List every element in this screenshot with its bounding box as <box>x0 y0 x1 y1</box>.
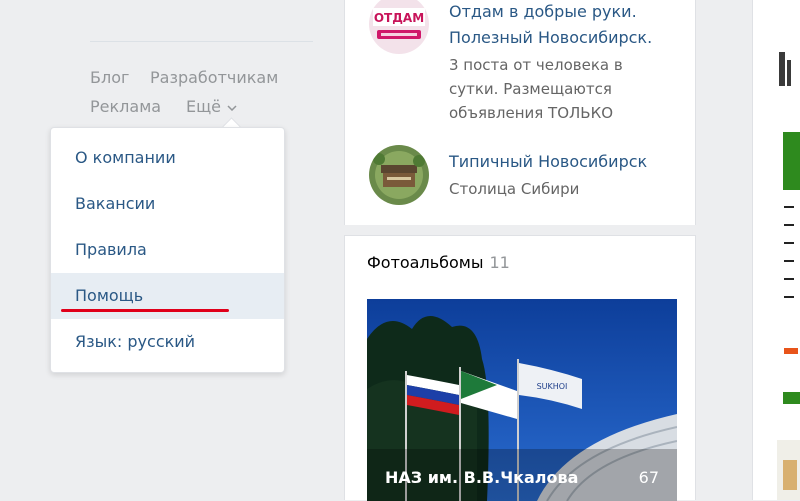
svg-text:ОТДАМ: ОТДАМ <box>374 11 424 25</box>
photo-albums-title: Фотоальбомы <box>367 253 484 272</box>
group-avatar-otdam[interactable]: ОТДАМ <box>369 0 429 54</box>
group-desc-line: объявления ТОЛЬКО <box>449 104 614 122</box>
group-name-otdam[interactable]: Отдам в добрые руки. <box>449 2 637 21</box>
menu-item-about[interactable]: О компании <box>51 135 284 181</box>
footer-link-developers[interactable]: Разработчикам <box>150 68 278 87</box>
photo-albums-count: 11 <box>489 253 510 272</box>
more-label: Ещё <box>186 97 222 116</box>
right-ad-column <box>752 0 800 500</box>
photo-album-thumbnail[interactable]: SUKHOI НАЗ им. В.В.Чкалова 67 <box>367 299 677 501</box>
ad-banner-image <box>777 52 800 500</box>
footer-link-ads[interactable]: Реклама <box>90 97 161 116</box>
menu-item-rules[interactable]: Правила <box>51 227 284 273</box>
group-name-otdam-line2[interactable]: Полезный Новосибирск. <box>449 28 652 47</box>
menu-item-jobs[interactable]: Вакансии <box>51 181 284 227</box>
group-desc-line: сутки. Размещаются <box>449 80 612 98</box>
photo-albums-card: Фотоальбомы 11 SUKHOI НАЗ им. В.В.Чкалов… <box>344 235 696 501</box>
center-column: ОТДАМ Отдам в добрые руки. Полезный Ново… <box>344 0 696 501</box>
help-highlight-underline <box>61 309 229 312</box>
group-avatar-tipichny[interactable] <box>369 145 429 205</box>
more-dropdown-menu: О компании Вакансии Правила Помощь Язык:… <box>50 127 285 373</box>
group-desc-line: 3 поста от человека в <box>449 56 623 74</box>
photo-albums-header[interactable]: Фотоальбомы 11 <box>367 253 510 272</box>
more-menu-toggle[interactable]: Ещё <box>186 97 237 116</box>
chevron-down-icon <box>227 104 237 111</box>
svg-text:SUKHOI: SUKHOI <box>537 382 568 391</box>
album-photo-count: 67 <box>638 468 659 487</box>
groups-card: ОТДАМ Отдам в добрые руки. Полезный Ново… <box>344 0 696 225</box>
menu-item-language[interactable]: Язык: русский <box>51 319 284 365</box>
otdam-logo-image: ОТДАМ <box>369 0 429 54</box>
album-title: НАЗ им. В.В.Чкалова <box>385 468 579 487</box>
group-name-tipichny[interactable]: Типичный Новосибирск <box>449 152 647 171</box>
tipichny-logo-image <box>369 145 429 205</box>
footer-divider <box>90 41 313 42</box>
footer-link-blog[interactable]: Блог <box>90 68 129 87</box>
menu-item-help[interactable]: Помощь <box>51 273 284 319</box>
group-desc-line: Столица Сибири <box>449 180 580 198</box>
